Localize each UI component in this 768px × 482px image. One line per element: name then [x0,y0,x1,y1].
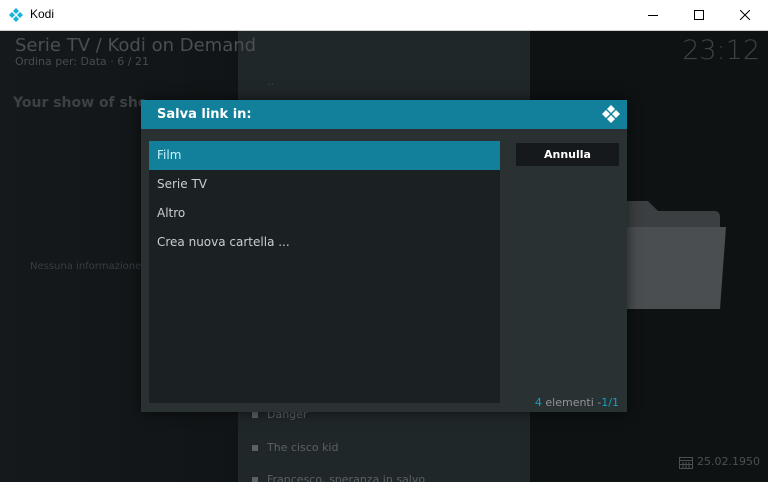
window-title: Kodi [30,7,55,21]
folder-select-list: Film Serie TV Altro Crea nuova cartella … [149,141,500,403]
list-item-altro[interactable]: Altro [149,199,500,228]
dialog-header: Salva link in: [141,100,627,129]
no-info-text: Nessuna informazione [30,261,142,272]
item-position: 6 / 21 [117,55,149,68]
list-item-label: The cisco kid [267,441,339,454]
item-count-label: elementi [545,396,594,409]
dialog-title: Salva link in: [157,107,252,122]
close-icon [740,10,750,20]
list-item[interactable]: Francesco, speranza in salvo [252,473,425,482]
page-indicator: 1/1 [601,396,619,409]
bullet-icon [252,412,258,418]
sort-label[interactable]: Ordina per: Data [15,55,107,68]
list-item-label: Francesco, speranza in salvo [267,473,426,482]
minimize-icon [648,15,658,16]
kodi-logo-icon [602,105,620,123]
parent-folder-item[interactable]: .. [267,75,274,88]
air-date-text: 25.02.1950 [697,455,760,468]
sort-separator: · [110,55,114,68]
minimize-button[interactable] [630,0,676,31]
list-item-film[interactable]: Film [149,141,500,170]
bullet-icon [252,445,258,451]
breadcrumb: Serie TV / Kodi on Demand [15,35,257,56]
maximize-button[interactable] [676,0,722,31]
maximize-icon [694,10,704,20]
item-count-number: 4 [534,396,542,409]
list-item-serie-tv[interactable]: Serie TV [149,170,500,199]
show-title: Your show of sho [13,95,148,111]
clock: 23:12 [682,35,760,66]
save-link-dialog: Salva link in: Film Serie TV Altro Crea … [141,100,627,412]
calendar-icon [679,456,693,469]
list-item-new-folder[interactable]: Crea nuova cartella ... [149,228,500,257]
bullet-icon [252,477,258,482]
close-button[interactable] [722,0,768,31]
cancel-button[interactable]: Annulla [516,143,619,166]
sort-info: Ordina per: Data · 6 / 21 [15,55,149,68]
air-date: 25.02.1950 [679,455,760,469]
window-titlebar: Kodi [0,0,768,31]
item-count: 4 elementi -1/1 [535,396,619,409]
kodi-logo-icon [9,8,23,22]
list-item[interactable]: The cisco kid [252,441,338,454]
